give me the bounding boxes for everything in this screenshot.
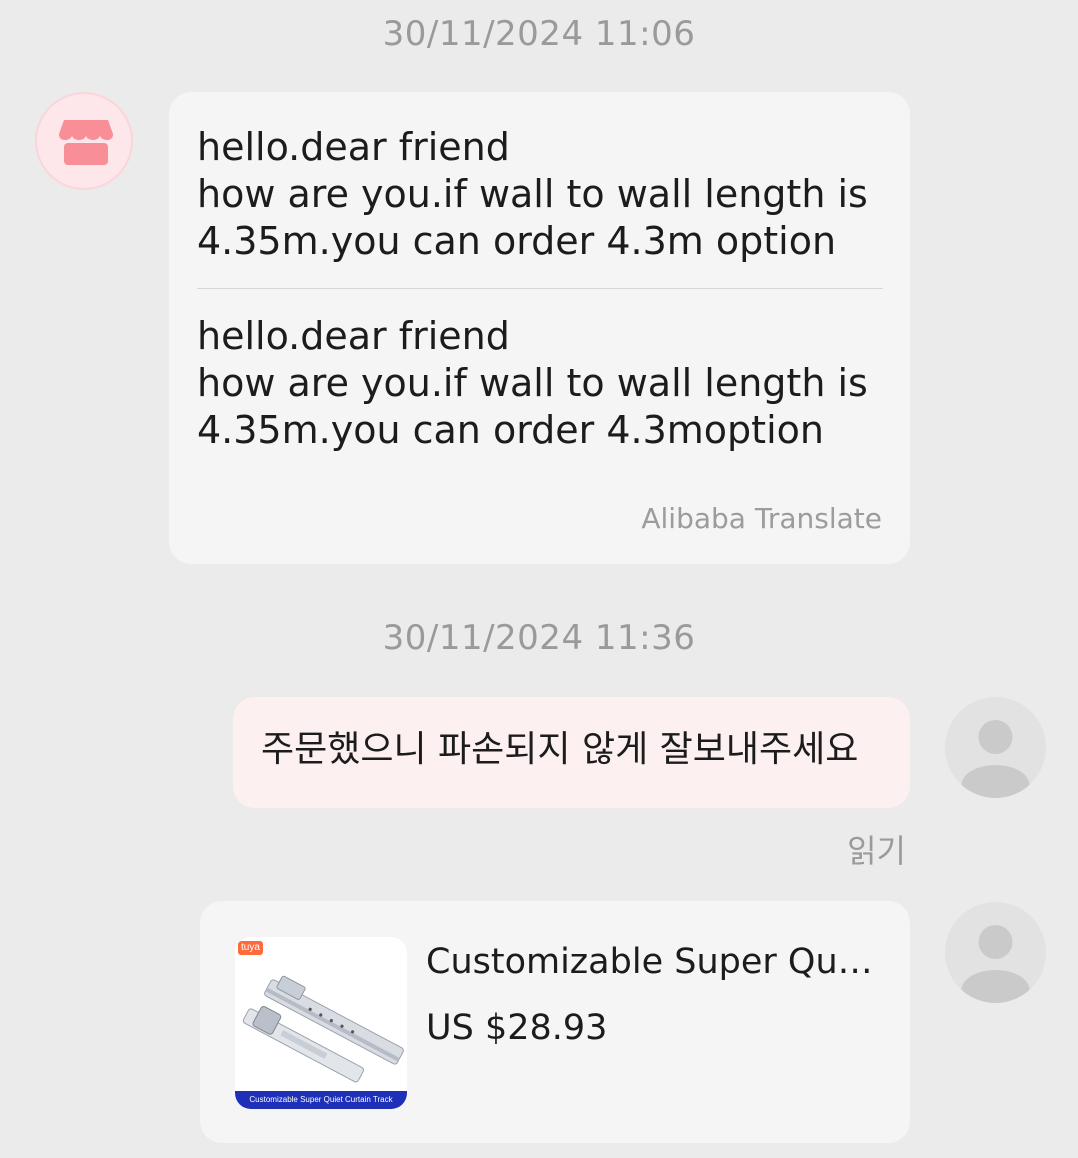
timestamp: 30/11/2024 11:06 xyxy=(382,14,696,54)
user-silhouette-icon xyxy=(961,925,1030,1003)
original-message-text: hello.dear friend how are you.if wall to… xyxy=(197,125,868,263)
read-status: 읽기 xyxy=(847,832,906,870)
curtain-track-image xyxy=(242,975,404,1083)
product-card[interactable]: tuya Customizable Super Quiet Curtain Tr… xyxy=(200,901,910,1143)
outgoing-message-bubble[interactable]: 주문했으니 파손되지 않게 잘보내주세요 xyxy=(233,697,910,808)
user-silhouette-icon xyxy=(961,720,1030,798)
user-avatar[interactable] xyxy=(945,902,1046,1003)
incoming-message-bubble[interactable]: hello.dear friend how are you.if wall to… xyxy=(169,92,910,564)
seller-avatar[interactable] xyxy=(35,92,133,190)
translated-message-text: hello.dear friend how are you.if wall to… xyxy=(197,314,868,452)
translation-source-label: Alibaba Translate xyxy=(641,502,882,535)
outgoing-message-text: 주문했으니 파손되지 않게 잘보내주세요 xyxy=(261,729,859,770)
product-title[interactable]: Customizable Super Quiet Curtain Track xyxy=(426,939,876,985)
brand-badge: tuya xyxy=(238,941,263,955)
product-thumbnail[interactable]: tuya Customizable Super Quiet Curtain Tr… xyxy=(235,937,407,1109)
user-avatar[interactable] xyxy=(945,697,1046,798)
product-price: US $28.93 xyxy=(426,1008,608,1048)
thumbnail-caption: Customizable Super Quiet Curtain Track xyxy=(235,1091,407,1109)
timestamp: 30/11/2024 11:36 xyxy=(382,618,696,658)
translation-divider xyxy=(197,288,883,289)
store-icon xyxy=(59,120,113,165)
